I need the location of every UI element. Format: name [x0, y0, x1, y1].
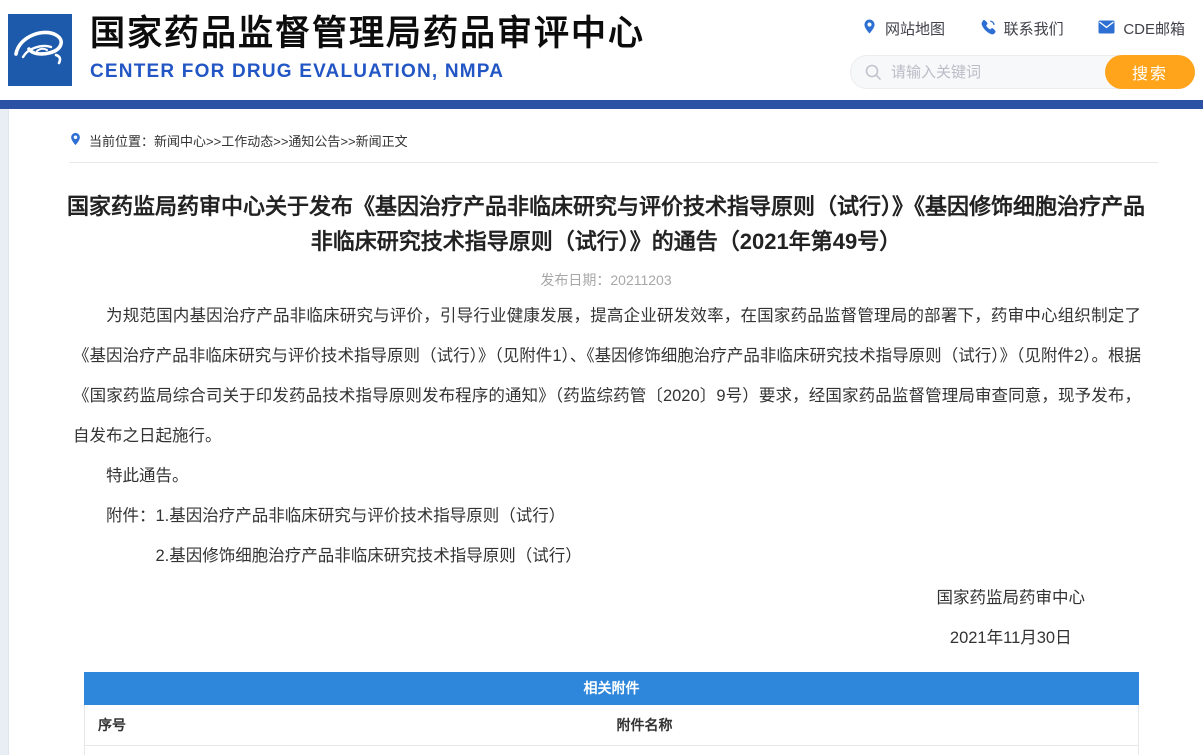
- breadcrumb-link[interactable]: 新闻中心: [154, 134, 206, 149]
- publish-date: 发布日期：20211203: [9, 270, 1203, 290]
- signature-block: 国家药监局药审中心 2021年11月30日: [937, 578, 1086, 658]
- attachments-table: 序号 附件名称 1基因治疗产品非临床研究与评价技术指导原则（试行）.pdf2基因…: [84, 705, 1139, 755]
- location-pin-icon: [69, 131, 89, 150]
- breadcrumb-separator: >>: [340, 134, 355, 149]
- search-icon: [864, 63, 882, 86]
- search-bar: 搜索: [850, 55, 1195, 89]
- cde-logo-icon: [8, 14, 72, 86]
- breadcrumb: 当前位置： 新闻中心>>工作动态>>通知公告>>新闻正文: [69, 109, 1158, 163]
- signature-org: 国家药监局药审中心: [937, 578, 1086, 618]
- breadcrumb-link[interactable]: 工作动态: [221, 134, 273, 149]
- column-header-name: 附件名称: [151, 705, 1139, 746]
- table-row: 1基因治疗产品非临床研究与评价技术指导原则（试行）.pdf: [85, 746, 1139, 755]
- mailbox-link[interactable]: CDE邮箱: [1098, 18, 1185, 39]
- attachments-header-row: 序号 附件名称: [85, 705, 1139, 746]
- article-paragraph: 附件：1.基因治疗产品非临床研究与评价技术指导原则（试行）: [73, 496, 1141, 536]
- site-title: 国家药品监督管理局药品审评中心: [90, 12, 645, 56]
- sitemap-link-label: 网站地图: [885, 18, 945, 39]
- publish-date-label: 发布日期：: [540, 272, 610, 288]
- contact-link[interactable]: 联系我们: [980, 18, 1064, 39]
- article-paragraph: 特此通告。: [73, 456, 1141, 496]
- content-card: 当前位置： 新闻中心>>工作动态>>通知公告>>新闻正文 国家药监局药审中心关于…: [8, 109, 1203, 755]
- page: 国家药品监督管理局药品审评中心 CENTER FOR DRUG EVALUATI…: [0, 0, 1203, 755]
- page-title: 国家药监局药审中心关于发布《基因治疗产品非临床研究与评价技术指导原则（试行）》《…: [64, 189, 1148, 259]
- signature-date: 2021年11月30日: [937, 618, 1086, 658]
- cde-logo: [8, 14, 72, 86]
- attachment-number: 1: [85, 746, 152, 755]
- article: 国家药监局药审中心关于发布《基因治疗产品非临床研究与评价技术指导原则（试行）》《…: [9, 189, 1203, 658]
- breadcrumb-separator: >>: [206, 134, 221, 149]
- attachments-section: 相关附件 序号 附件名称 1基因治疗产品非临床研究与评价技术指导原则（试行）.p…: [84, 672, 1139, 755]
- attachment-name-cell: 基因治疗产品非临床研究与评价技术指导原则（试行）.pdf: [151, 746, 1139, 755]
- search-button[interactable]: 搜索: [1105, 55, 1195, 89]
- contact-link-label: 联系我们: [1004, 18, 1064, 39]
- breadcrumb-prefix: 当前位置：: [89, 131, 154, 150]
- breadcrumb-path: 新闻中心>>工作动态>>通知公告>>新闻正文: [154, 131, 408, 150]
- article-body: 为规范国内基因治疗产品非临床研究与评价，引导行业健康发展，提高企业研发效率，在国…: [73, 296, 1141, 576]
- article-paragraph: 2.基因修饰细胞治疗产品非临床研究技术指导原则（试行）: [73, 536, 1141, 576]
- site-subtitle: CENTER FOR DRUG EVALUATION, NMPA: [90, 61, 645, 83]
- quick-links: 网站地图 联系我们: [862, 18, 1185, 39]
- header-right: 网站地图 联系我们: [850, 0, 1195, 89]
- mail-icon: [1098, 20, 1115, 38]
- attachments-table-body: 1基因治疗产品非临床研究与评价技术指导原则（试行）.pdf2基因修饰细胞治疗产品…: [85, 746, 1139, 755]
- article-paragraph: 为规范国内基因治疗产品非临床研究与评价，引导行业健康发展，提高企业研发效率，在国…: [73, 296, 1141, 456]
- breadcrumb-link[interactable]: 通知公告: [288, 134, 340, 149]
- column-header-no: 序号: [85, 705, 152, 746]
- attachments-title: 相关附件: [84, 672, 1139, 705]
- breadcrumb-separator: >>: [273, 134, 288, 149]
- nav-bar: [0, 100, 1203, 109]
- phone-icon: [980, 19, 996, 39]
- content-background: 当前位置： 新闻中心>>工作动态>>通知公告>>新闻正文 国家药监局药审中心关于…: [0, 109, 1203, 755]
- sitemap-link[interactable]: 网站地图: [862, 18, 945, 39]
- map-pin-icon: [862, 18, 877, 39]
- publish-date-value: 20211203: [610, 272, 671, 288]
- site-header: 国家药品监督管理局药品审评中心 CENTER FOR DRUG EVALUATI…: [0, 0, 1203, 100]
- breadcrumb-link[interactable]: 新闻正文: [356, 134, 408, 149]
- site-titles: 国家药品监督管理局药品审评中心 CENTER FOR DRUG EVALUATI…: [90, 12, 645, 83]
- mailbox-link-label: CDE邮箱: [1123, 18, 1185, 39]
